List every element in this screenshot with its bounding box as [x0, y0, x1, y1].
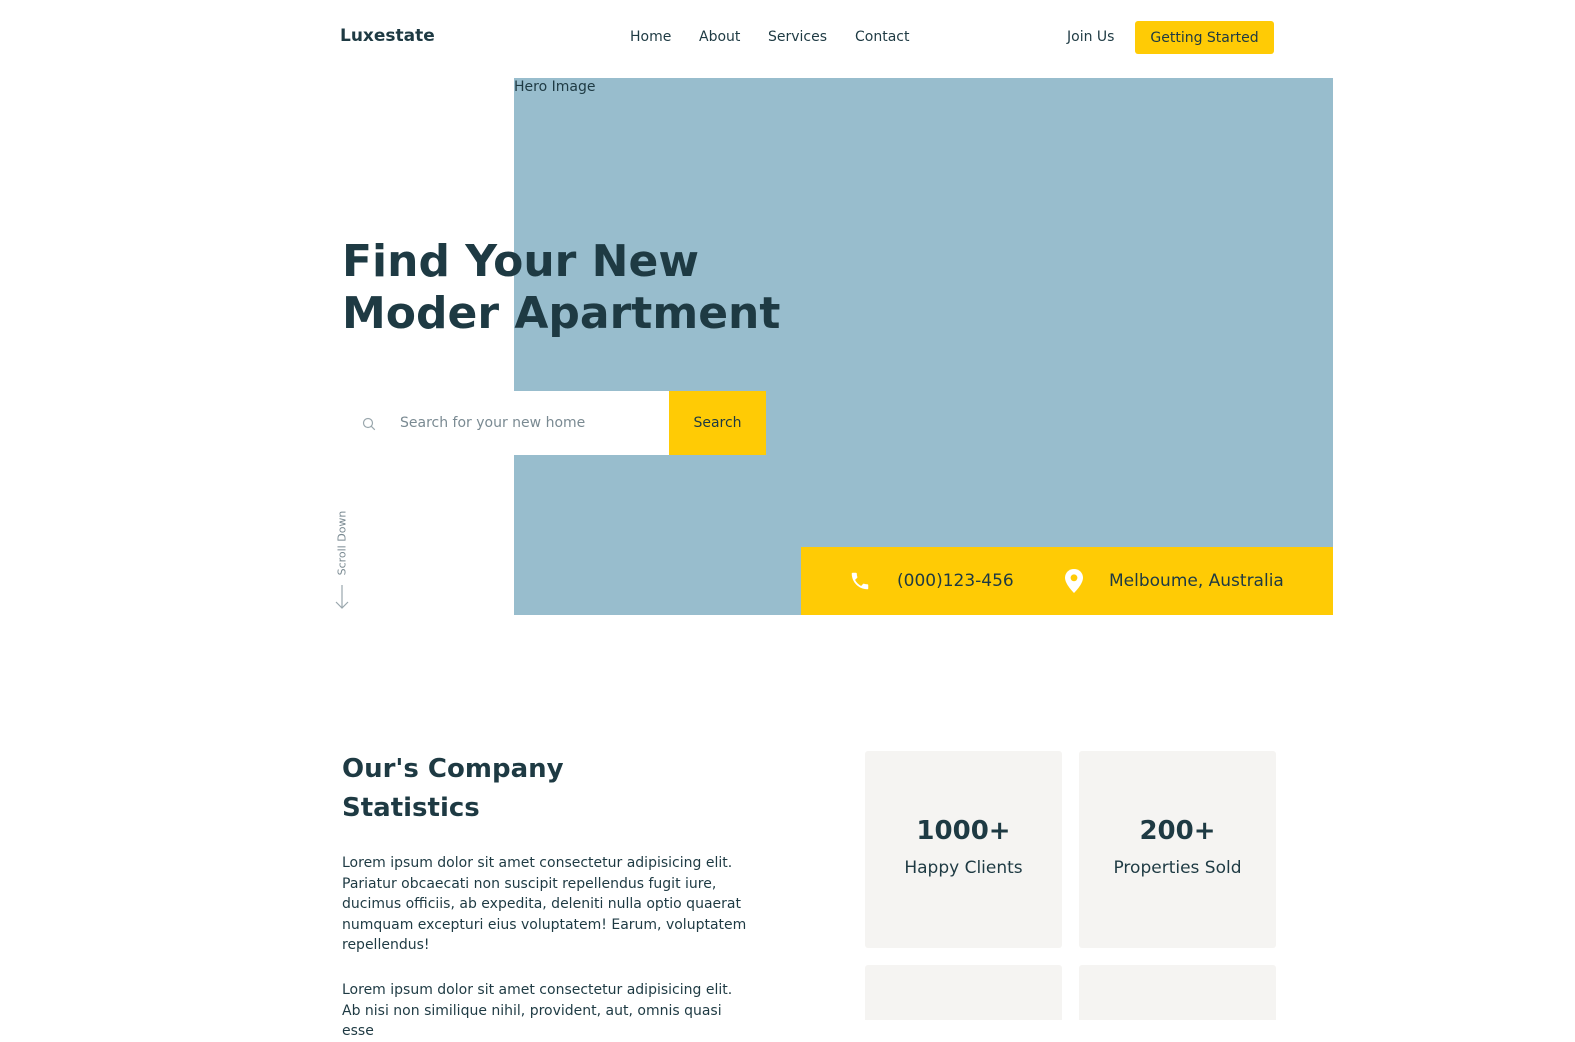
- stat-label: Properties Sold: [1113, 858, 1242, 878]
- hero-title: Find Your New Moder Apartment: [342, 236, 781, 339]
- location-pin-icon: [1064, 547, 1084, 615]
- stat-card-clients: 1000+ Happy Clients: [865, 751, 1062, 948]
- nav-contact[interactable]: Contact: [855, 29, 909, 45]
- scroll-down-label: Scroll Down: [335, 510, 349, 576]
- scroll-down[interactable]: Scroll Down: [334, 508, 350, 610]
- stat-value: 1000+: [916, 816, 1011, 846]
- stat-card-4: [1079, 965, 1276, 1020]
- stat-card-3: [865, 965, 1062, 1020]
- contact-bar: (000)123-456 Melboume, Australia: [801, 547, 1333, 615]
- search-box: [342, 391, 669, 455]
- stat-value: 200+: [1139, 816, 1216, 846]
- join-us-link[interactable]: Join Us: [1067, 29, 1114, 45]
- stat-label: Happy Clients: [904, 858, 1023, 878]
- logo[interactable]: Luxestate: [340, 26, 435, 46]
- search-input[interactable]: [400, 391, 662, 455]
- getting-started-button[interactable]: Getting Started: [1135, 21, 1274, 54]
- nav-services[interactable]: Services: [768, 29, 827, 45]
- phone-icon: [849, 547, 871, 615]
- nav-home[interactable]: Home: [630, 29, 671, 45]
- stats-paragraph-2: Lorem ipsum dolor sit amet consectetur a…: [342, 982, 733, 1039]
- search-icon: [362, 416, 376, 435]
- search-button[interactable]: Search: [669, 391, 766, 455]
- stat-card-properties: 200+ Properties Sold: [1079, 751, 1276, 948]
- hero-image-label: Hero Image: [514, 79, 596, 95]
- phone-number[interactable]: (000)123-456: [897, 547, 1014, 615]
- stats-paragraph-1: Lorem ipsum dolor sit amet consectetur a…: [342, 855, 747, 953]
- arrow-down-icon: [334, 584, 350, 614]
- location-text: Melboume, Australia: [1109, 571, 1284, 591]
- hero-image: Hero Image: [514, 78, 1333, 615]
- stats-title: Our's Company Statistics: [342, 754, 564, 823]
- nav-about[interactable]: About: [699, 29, 740, 45]
